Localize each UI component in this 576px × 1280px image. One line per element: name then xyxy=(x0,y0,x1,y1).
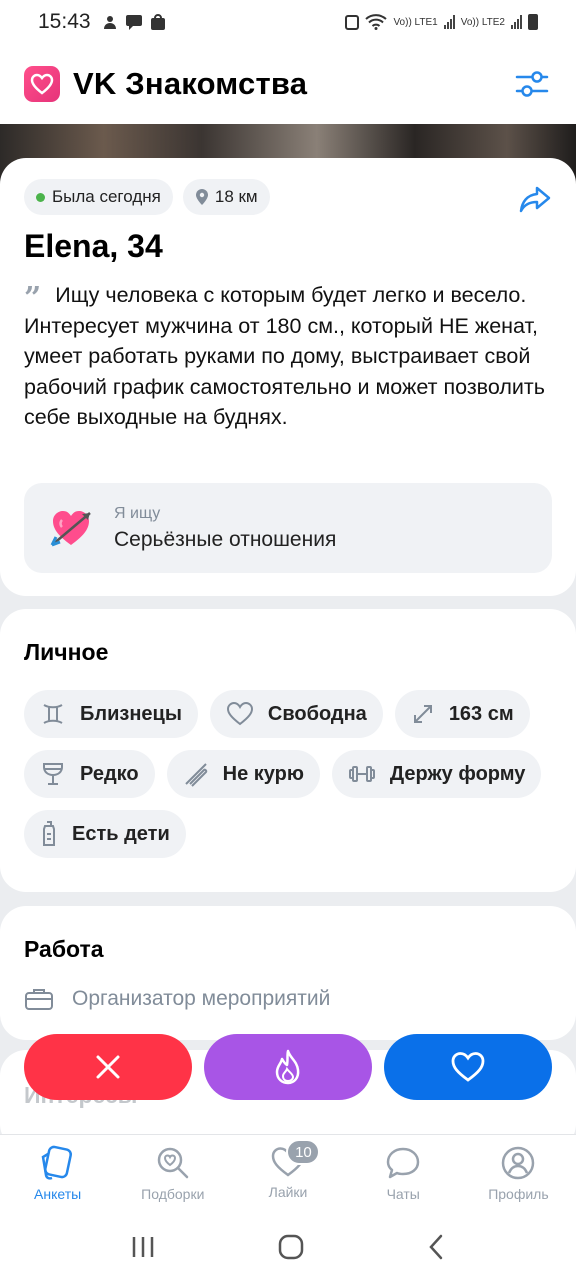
nav-item-likes[interactable]: 10 Лайки xyxy=(230,1135,345,1214)
work-occupation-row: Организатор мероприятий xyxy=(24,986,330,1012)
personal-card: Личное Близнецы Свободна 163 см Редко Не… xyxy=(0,609,576,892)
no-smoking-icon xyxy=(184,763,207,787)
wine-glass-icon xyxy=(43,763,63,785)
profile-name: Elena, 34 xyxy=(24,228,163,264)
briefcase-icon xyxy=(25,989,53,1010)
online-status-text: Была сегодня xyxy=(52,187,161,206)
tag-alcohol: Редко xyxy=(24,750,155,798)
nav-label-chats: Чаты xyxy=(386,1186,420,1202)
system-navigation-bar xyxy=(0,1214,576,1280)
share-arrow-icon xyxy=(519,186,551,213)
share-button[interactable] xyxy=(518,182,552,216)
app-header: VK Знакомства xyxy=(0,44,576,124)
filter-button[interactable] xyxy=(512,64,552,104)
heart-logo-icon xyxy=(24,66,60,102)
profile-chips: Была сегодня 18 км xyxy=(24,179,270,215)
nav-item-collections[interactable]: Подборки xyxy=(115,1135,230,1214)
user-circle-icon xyxy=(502,1146,535,1180)
battery-icon xyxy=(528,14,538,30)
like-button[interactable] xyxy=(384,1034,552,1100)
system-status-icons: Vo)) LTE1 Vo)) LTE2 xyxy=(345,14,538,30)
online-dot xyxy=(36,192,45,202)
seeking-label: Я ищу xyxy=(114,504,161,522)
app-notification-icon xyxy=(103,16,116,29)
resize-arrows-icon xyxy=(413,705,432,723)
seeking-block: Я ищу Серьёзные отношения xyxy=(24,483,552,573)
heart-icon xyxy=(451,1052,485,1082)
bio-text: Ищу человека с которым будет легко и вес… xyxy=(24,283,545,429)
nav-label-profile: Профиль xyxy=(488,1186,549,1202)
tag-zodiac: Близнецы xyxy=(24,690,198,738)
wifi-icon xyxy=(365,14,388,30)
location-pin-icon xyxy=(195,189,208,205)
nav-label-profiles: Анкеты xyxy=(34,1186,82,1202)
message-icon xyxy=(125,15,142,30)
distance-chip: 18 км xyxy=(182,179,270,215)
work-occupation: Организатор мероприятий xyxy=(72,987,331,1010)
dumbbell-icon xyxy=(348,766,375,782)
tag-smoking: Не курю xyxy=(166,750,320,798)
shopping-bag-icon xyxy=(150,14,165,30)
heart-arrow-icon xyxy=(50,511,91,547)
fire-icon xyxy=(275,1049,300,1085)
profile-card: Была сегодня 18 км Elena, 34 ” Ищу челове… xyxy=(0,158,576,596)
dislike-button[interactable] xyxy=(24,1034,192,1100)
sim1-label: Vo)) LTE1 xyxy=(393,16,438,28)
personal-title: Личное xyxy=(24,639,109,665)
gemini-icon xyxy=(43,704,63,724)
nav-item-profile[interactable]: Профиль xyxy=(461,1135,576,1214)
notification-icons xyxy=(101,13,167,31)
search-heart-icon xyxy=(157,1147,189,1179)
signal-icon-2 xyxy=(511,15,522,29)
baby-bottle-icon xyxy=(43,821,55,846)
tag-sport: Держу форму xyxy=(331,750,542,798)
status-bar: 15:43 Vo)) LTE1 Vo)) LTE2 xyxy=(0,0,576,44)
likes-count-badge: 10 xyxy=(286,1139,321,1165)
chat-bubble-icon xyxy=(386,1147,420,1179)
nav-item-chats[interactable]: Чаты xyxy=(346,1135,461,1214)
profile-bio: ” Ищу человека с которым будет легко и ве… xyxy=(24,280,554,433)
close-icon xyxy=(96,1055,120,1079)
nav-label-likes: Лайки xyxy=(268,1184,308,1200)
tag-children: Есть дети xyxy=(24,810,186,858)
status-time: 15:43 xyxy=(38,10,91,33)
distance-text: 18 км xyxy=(214,187,258,206)
online-status-chip: Была сегодня xyxy=(24,179,173,215)
signal-icon xyxy=(443,15,455,29)
bottom-navigation: Анкеты Подборки 10 Лайки Чаты Профиль xyxy=(0,1134,576,1214)
recent-apps-icon[interactable] xyxy=(130,1235,156,1259)
work-title: Работа xyxy=(24,936,104,962)
quote-icon: ” xyxy=(24,281,42,316)
action-buttons xyxy=(24,1034,552,1100)
heart-outline-icon xyxy=(226,701,253,726)
sim2-label: Vo)) LTE2 xyxy=(460,16,505,28)
tag-height: 163 см xyxy=(394,690,530,738)
nav-label-collections: Подборки xyxy=(141,1186,205,1202)
tag-relationship: Свободна xyxy=(209,690,383,738)
nav-item-profiles[interactable]: Анкеты xyxy=(0,1135,115,1214)
super-like-button[interactable] xyxy=(204,1034,372,1100)
seeking-value: Серьёзные отношения xyxy=(114,527,337,551)
recycle-icon xyxy=(345,15,360,30)
home-icon[interactable] xyxy=(277,1233,305,1261)
cards-icon xyxy=(41,1145,72,1180)
back-icon[interactable] xyxy=(426,1233,446,1261)
work-card: Работа Организатор мероприятий xyxy=(0,906,576,1040)
personal-tags: Близнецы Свободна 163 см Редко Не курю Д… xyxy=(24,690,564,870)
app-title: VK Знакомства xyxy=(73,66,308,101)
sliders-icon xyxy=(515,71,549,97)
